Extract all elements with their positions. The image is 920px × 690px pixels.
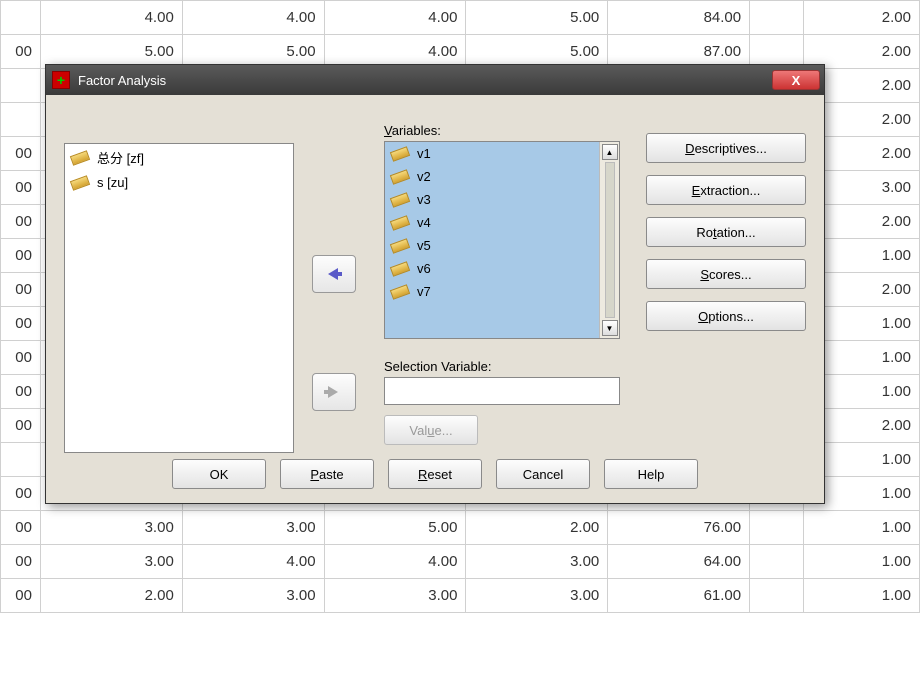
cell[interactable]: 00 [1,341,41,375]
cell[interactable]: 2.00 [466,511,608,545]
cell[interactable] [1,443,41,477]
list-item[interactable]: v1 [385,142,599,165]
list-item[interactable]: v3 [385,188,599,211]
reset-button[interactable]: Reset [388,459,482,489]
cell[interactable]: 00 [1,239,41,273]
move-to-source-button[interactable] [312,255,356,293]
cell[interactable]: 3.00 [40,511,182,545]
scale-variable-icon [390,146,410,162]
scroll-track[interactable] [605,162,615,318]
move-to-selection-button[interactable] [312,373,356,411]
scale-variable-icon [70,150,90,166]
arrow-left-icon [324,266,344,282]
list-item[interactable]: 总分 [zf] [65,144,293,171]
dialog-title: Factor Analysis [78,73,772,88]
cell[interactable]: 00 [1,171,41,205]
cell[interactable]: 76.00 [608,511,750,545]
cell[interactable]: 5.00 [466,1,608,35]
titlebar: Factor Analysis X [46,65,824,95]
dialog-button-row: OK Paste Reset Cancel Help [46,459,824,489]
cell[interactable] [750,579,804,613]
cell[interactable]: 64.00 [608,545,750,579]
side-button-group: Descriptives... Extraction... Rotation..… [646,133,806,331]
scroll-up-button[interactable]: ▲ [602,144,618,160]
cell[interactable]: 00 [1,375,41,409]
cell[interactable] [1,103,41,137]
scores-button[interactable]: Scores... [646,259,806,289]
cell[interactable] [750,1,804,35]
arrow-right-icon [324,384,344,400]
scale-variable-icon [390,284,410,300]
cell[interactable] [750,545,804,579]
selection-variable-label: Selection Variable: [384,359,491,374]
cell[interactable]: 4.00 [40,1,182,35]
cell[interactable]: 3.00 [182,579,324,613]
cell[interactable]: 3.00 [466,545,608,579]
cell[interactable]: 4.00 [324,1,466,35]
app-icon [52,71,70,89]
scale-variable-icon [390,261,410,277]
variables-label: Variables: [384,123,441,138]
scale-variable-icon [390,238,410,254]
cell[interactable]: 2.00 [40,579,182,613]
close-button[interactable]: X [772,70,820,90]
cell[interactable]: 1.00 [804,579,920,613]
variables-list[interactable]: v1v2v3v4v5v6v7 ▲ ▼ [384,141,620,339]
descriptives-button[interactable]: Descriptives... [646,133,806,163]
ok-button[interactable]: OK [172,459,266,489]
list-item[interactable]: v7 [385,280,599,303]
cell[interactable]: 00 [1,35,41,69]
cell[interactable]: 1.00 [804,511,920,545]
variables-scrollbar[interactable]: ▲ ▼ [599,142,619,338]
list-item[interactable]: v4 [385,211,599,234]
scale-variable-icon [70,175,90,191]
paste-button[interactable]: Paste [280,459,374,489]
scroll-down-button[interactable]: ▼ [602,320,618,336]
dialog-body: 总分 [zf]s [zu] Variables: v1v2v3v4v5v6v7 … [64,115,806,443]
cell[interactable]: 00 [1,273,41,307]
scale-variable-icon [390,215,410,231]
close-icon: X [792,73,801,88]
help-button[interactable]: Help [604,459,698,489]
value-button: Value... [384,415,478,445]
cell[interactable]: 00 [1,137,41,171]
factor-analysis-dialog: Factor Analysis X 总分 [zf]s [zu] Variable… [45,64,825,504]
scale-variable-icon [390,192,410,208]
scale-variable-icon [390,169,410,185]
cell[interactable]: 00 [1,205,41,239]
cell[interactable] [1,1,41,35]
cell[interactable]: 3.00 [324,579,466,613]
cell[interactable] [1,69,41,103]
selection-variable-input[interactable] [384,377,620,405]
cell[interactable]: 00 [1,579,41,613]
cell[interactable]: 1.00 [804,545,920,579]
list-item[interactable]: v2 [385,165,599,188]
transfer-buttons [312,255,356,411]
cell[interactable]: 00 [1,477,41,511]
list-item[interactable]: v5 [385,234,599,257]
rotation-button[interactable]: Rotation... [646,217,806,247]
cell[interactable]: 00 [1,307,41,341]
cell[interactable]: 61.00 [608,579,750,613]
cell[interactable]: 3.00 [466,579,608,613]
cell[interactable]: 00 [1,511,41,545]
options-button[interactable]: Options... [646,301,806,331]
cell[interactable]: 5.00 [324,511,466,545]
cell[interactable]: 00 [1,545,41,579]
cell[interactable]: 4.00 [182,1,324,35]
cell[interactable]: 4.00 [182,545,324,579]
cell[interactable] [750,511,804,545]
list-item[interactable]: s [zu] [65,171,293,194]
list-item[interactable]: v6 [385,257,599,280]
cell[interactable]: 4.00 [324,545,466,579]
cell[interactable]: 3.00 [40,545,182,579]
cell[interactable]: 2.00 [804,1,920,35]
source-variables-list[interactable]: 总分 [zf]s [zu] [64,143,294,453]
extraction-button[interactable]: Extraction... [646,175,806,205]
cell[interactable]: 3.00 [182,511,324,545]
cell[interactable]: 84.00 [608,1,750,35]
cancel-button[interactable]: Cancel [496,459,590,489]
cell[interactable]: 00 [1,409,41,443]
